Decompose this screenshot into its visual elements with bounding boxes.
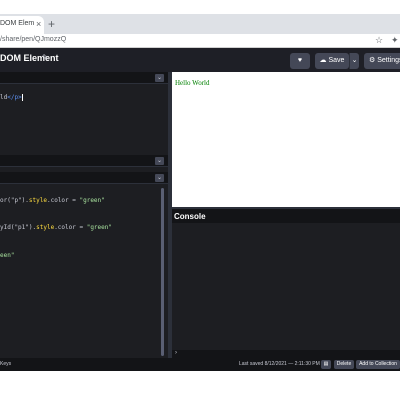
html-pane-collapse-icon[interactable]: ⌄ xyxy=(155,74,164,82)
console-title: Console xyxy=(174,212,206,221)
js-line-2-string: "green" xyxy=(86,224,112,231)
js-pane-collapse-icon[interactable]: ⌄ xyxy=(155,174,164,182)
js-line-2-start: yId("p1"). xyxy=(0,224,37,231)
js-line-1-start: or("p"). xyxy=(0,197,29,204)
js-line-1-color: .color = xyxy=(46,197,80,204)
new-tab-button[interactable]: + xyxy=(48,17,55,31)
close-tab-icon[interactable]: × xyxy=(36,19,41,29)
html-code-line[interactable]: ld</p> xyxy=(0,94,23,101)
extension-icon[interactable]: ✦ xyxy=(391,35,399,46)
js-editor-scrollbar[interactable] xyxy=(161,188,164,356)
layout-icon[interactable]: ▤ xyxy=(321,360,331,369)
save-options-caret[interactable]: ⌄ xyxy=(349,53,359,69)
save-button[interactable]: ☁ Save xyxy=(315,53,349,69)
js-line-2-style: style xyxy=(36,224,55,231)
console-prompt-icon: › xyxy=(175,350,177,356)
text-cursor xyxy=(21,94,23,101)
add-to-collection-button[interactable]: Add to Collection xyxy=(356,360,400,369)
address-bar[interactable]: /share/pen/QJmozzQ ☆ ✦ xyxy=(0,34,400,48)
heart-button[interactable]: ♥ xyxy=(290,53,310,69)
browser-tab[interactable]: DOM Elem × xyxy=(0,16,44,34)
bookmark-star-icon[interactable]: ☆ xyxy=(375,35,383,46)
last-saved-text: Last saved 8/12/2021 — 2:11:30 PM xyxy=(239,361,320,367)
js-pane-header: ⌄ xyxy=(0,172,168,184)
js-line-1-string: "green" xyxy=(79,197,105,204)
result-paragraph: Hello World xyxy=(175,79,210,87)
browser-tab-bar: DOM Elem × + xyxy=(0,14,400,34)
url-text[interactable]: /share/pen/QJmozzQ xyxy=(0,36,66,43)
html-pane-header: ⌄ xyxy=(0,72,168,84)
delete-button[interactable]: Delete xyxy=(334,360,354,369)
js-code-line-3[interactable]: een" xyxy=(0,252,14,259)
codepen-header: DOM Element ✎ ♥ ☁ Save ⌄ ⚙ Settings xyxy=(0,48,400,72)
html-close-tag: </p> xyxy=(7,94,22,101)
js-code-line-2[interactable]: yId("p1").style.color = "green" xyxy=(0,224,112,231)
js-line-2-color: .color = xyxy=(54,224,87,231)
edit-title-pencil-icon[interactable]: ✎ xyxy=(42,53,49,62)
console-header: Console xyxy=(172,209,400,223)
console-input[interactable]: › xyxy=(172,350,400,358)
page-bottom-margin xyxy=(0,371,400,400)
js-code-line-1[interactable]: or("p").style.color = "green" xyxy=(0,197,105,204)
tab-title: DOM Elem xyxy=(0,20,35,27)
js-line-1-style: style xyxy=(28,197,47,204)
pen-title: DOM Element xyxy=(0,53,59,63)
css-pane-header: ⌄ xyxy=(0,155,168,167)
js-line-3-string: een" xyxy=(0,252,15,259)
console-panel: Console › xyxy=(172,207,400,358)
result-preview: Hello World xyxy=(172,72,400,207)
keys-button[interactable]: Keys xyxy=(0,361,11,367)
footer-bar: Keys Last saved 8/12/2021 — 2:11:30 PM ▤… xyxy=(0,358,400,371)
editor-column: ⌄ ld</p> ⌄ ⌄ or("p").style.color = "gree… xyxy=(0,72,168,358)
css-pane-collapse-icon[interactable]: ⌄ xyxy=(155,157,164,165)
settings-button[interactable]: ⚙ Settings xyxy=(364,53,400,69)
